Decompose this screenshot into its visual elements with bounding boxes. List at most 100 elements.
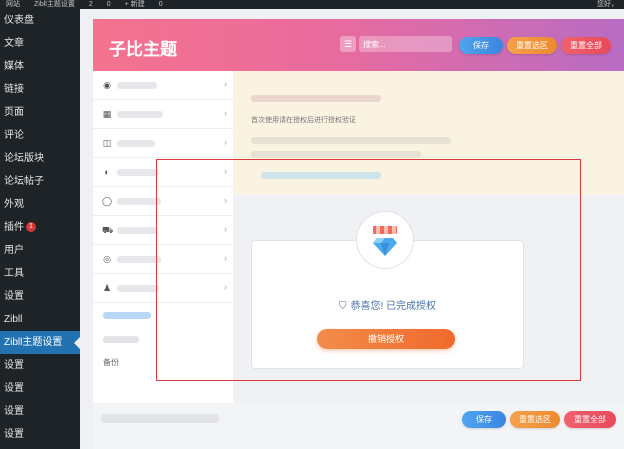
sidebar-item-label: 设置: [4, 406, 24, 417]
notice-title-blur: [251, 95, 381, 102]
menu-item-label-blur: [117, 285, 159, 292]
footer-save-button[interactable]: 保存: [462, 411, 506, 428]
sidebar-item-links[interactable]: 链接: [0, 78, 80, 101]
submenu-item-label-blur: [103, 312, 151, 319]
shield-icon: ◐: [104, 167, 110, 177]
theme-options-panel: 子比主题 ☰ 保存 重置选区 重置全部 ◉ › ▦ › ◫ › ◐ › ◯: [93, 19, 624, 449]
sidebar-item-label: 设置: [4, 383, 24, 394]
menu-item-label-blur: [117, 198, 161, 205]
submenu-item-label: 备份: [103, 358, 119, 367]
topbar-greeting[interactable]: 您好，: [597, 0, 624, 9]
auth-status-card: ⛉ 恭喜您! 已完成授权 撤销授权: [251, 211, 524, 369]
topbar-updates[interactable]: 2: [89, 0, 93, 9]
menu-item-calendar[interactable]: ▦ ›: [93, 100, 233, 129]
shop-badge: [356, 211, 414, 269]
submenu-item-update[interactable]: [93, 327, 233, 351]
topbar-site[interactable]: 网站: [6, 0, 20, 9]
home-icon: ◉: [103, 80, 111, 90]
sidebar-item-pages[interactable]: 页面: [0, 101, 80, 124]
options-menu: ◉ › ▦ › ◫ › ◐ › ◯ › ⛟ › ◎ › ♟ › 备份: [93, 71, 233, 449]
footer-reset-all-button[interactable]: 重置全部: [564, 411, 616, 428]
sidebar-item-zibll[interactable]: Zibll: [0, 308, 80, 331]
topbar-comment-count[interactable]: 0: [159, 0, 163, 9]
sidebar-item-posts[interactable]: 文章: [0, 32, 80, 55]
sidebar-item-label: Zibll: [4, 314, 23, 325]
options-content: 首次使用请在授权后进行授权验证 ⛉ 恭喜您! 已完成授权 撤销授权: [233, 71, 624, 449]
sidebar-item-appearance[interactable]: 外观: [0, 193, 80, 216]
calendar-icon: ▦: [102, 109, 112, 119]
sidebar-item-comments[interactable]: 评论: [0, 124, 80, 147]
topbar-new[interactable]: + 新建: [125, 0, 145, 9]
sidebar-item-label: 插件: [4, 222, 24, 233]
search-input[interactable]: [359, 36, 452, 52]
brand-title: 子比主题: [109, 40, 177, 59]
menu-item-cart[interactable]: ⛟ ›: [93, 216, 233, 245]
options-header: 子比主题 ☰ 保存 重置选区 重置全部: [93, 19, 624, 71]
menu-item-home[interactable]: ◉ ›: [93, 71, 233, 100]
submenu-item-auth[interactable]: [93, 303, 233, 327]
revoke-auth-button[interactable]: 撤销授权: [317, 329, 455, 349]
topbar-theme-settings[interactable]: Zibll主题设置: [34, 0, 75, 9]
notice-text: 首次使用请在授权后进行授权验证: [251, 117, 356, 124]
sidebar-item-label: Zibll主题设置: [4, 337, 63, 348]
sidebar-item-media[interactable]: 媒体: [0, 55, 80, 78]
save-button[interactable]: 保存: [459, 37, 503, 54]
people-icon: ♟: [102, 283, 112, 293]
sidebar-item-label: 论坛帖子: [4, 176, 44, 187]
sidebar-item-label: 设置: [4, 360, 24, 371]
sidebar-item-forum-sections[interactable]: 论坛版块: [0, 147, 80, 170]
topbar-comments[interactable]: 0: [107, 0, 111, 9]
menu-item-shield[interactable]: ◐ ›: [93, 158, 233, 187]
chevron-right-icon: ›: [224, 253, 227, 263]
notice-line-blur: [251, 137, 451, 144]
sidebar-item-zibll-settings[interactable]: Zibll主题设置: [0, 331, 80, 354]
sidebar-item-label: 工具: [4, 268, 24, 279]
sidebar-item-dashboard[interactable]: 仪表盘: [0, 9, 80, 32]
compass-icon: ◎: [103, 254, 111, 264]
menu-item-label-blur: [117, 256, 161, 263]
footer-text-blur: [101, 414, 219, 423]
menu-item-map[interactable]: ◫ ›: [93, 129, 233, 158]
sidebar-item-label: 设置: [4, 291, 24, 302]
wp-admin-sidebar: 仪表盘 文章 媒体 链接 页面 评论 论坛版块 论坛帖子 外观 插件 1 用户 工…: [0, 9, 80, 449]
admin-top-bar: 网站 Zibll主题设置 2 0 + 新建 0 您好，: [0, 0, 624, 9]
submenu-item-backup[interactable]: 备份: [93, 351, 233, 375]
search-icon[interactable]: ☰: [340, 36, 356, 52]
sidebar-item-extra-3[interactable]: 设置: [0, 400, 80, 423]
sidebar-item-users[interactable]: 用户: [0, 239, 80, 262]
sidebar-item-tools[interactable]: 工具: [0, 262, 80, 285]
sidebar-item-plugins[interactable]: 插件 1: [0, 216, 80, 239]
sidebar-item-forum-posts[interactable]: 论坛帖子: [0, 170, 80, 193]
notice-line-blur: [251, 151, 421, 158]
sidebar-item-label: 文章: [4, 38, 24, 49]
chevron-right-icon: ›: [224, 195, 227, 205]
sidebar-item-label: 页面: [4, 107, 24, 118]
submenu-item-label-blur: [103, 336, 139, 343]
lock-icon: ◯: [102, 196, 113, 206]
auth-notice: 首次使用请在授权后进行授权验证: [233, 71, 624, 195]
menu-item-label-blur: [117, 169, 159, 176]
map-icon: ◫: [102, 138, 112, 148]
menu-item-compass[interactable]: ◎ ›: [93, 245, 233, 274]
sidebar-item-extra-1[interactable]: 设置: [0, 354, 80, 377]
menu-item-lock[interactable]: ◯ ›: [93, 187, 233, 216]
chevron-right-icon: ›: [224, 137, 227, 147]
sidebar-item-settings[interactable]: 设置: [0, 285, 80, 308]
reset-area-button[interactable]: 重置选区: [507, 37, 557, 54]
menu-item-label-blur: [117, 140, 155, 147]
shop-icon: [373, 226, 397, 256]
menu-item-people[interactable]: ♟ ›: [93, 274, 233, 303]
reset-all-button[interactable]: 重置全部: [561, 37, 611, 54]
sidebar-item-extra-2[interactable]: 设置: [0, 377, 80, 400]
footer-reset-area-button[interactable]: 重置选区: [510, 411, 560, 428]
sidebar-item-label: 外观: [4, 199, 24, 210]
shield-check-icon: ⛉: [338, 301, 347, 312]
sidebar-item-label: 媒体: [4, 61, 24, 72]
chevron-right-icon: ›: [224, 224, 227, 234]
menu-item-label-blur: [117, 227, 157, 234]
sidebar-item-extra-4[interactable]: 设置: [0, 423, 80, 446]
sidebar-item-label: 论坛版块: [4, 153, 44, 164]
plugin-update-badge: 1: [26, 222, 36, 233]
sidebar-item-label: 评论: [4, 130, 24, 141]
sidebar-item-label: 用户: [4, 245, 24, 256]
